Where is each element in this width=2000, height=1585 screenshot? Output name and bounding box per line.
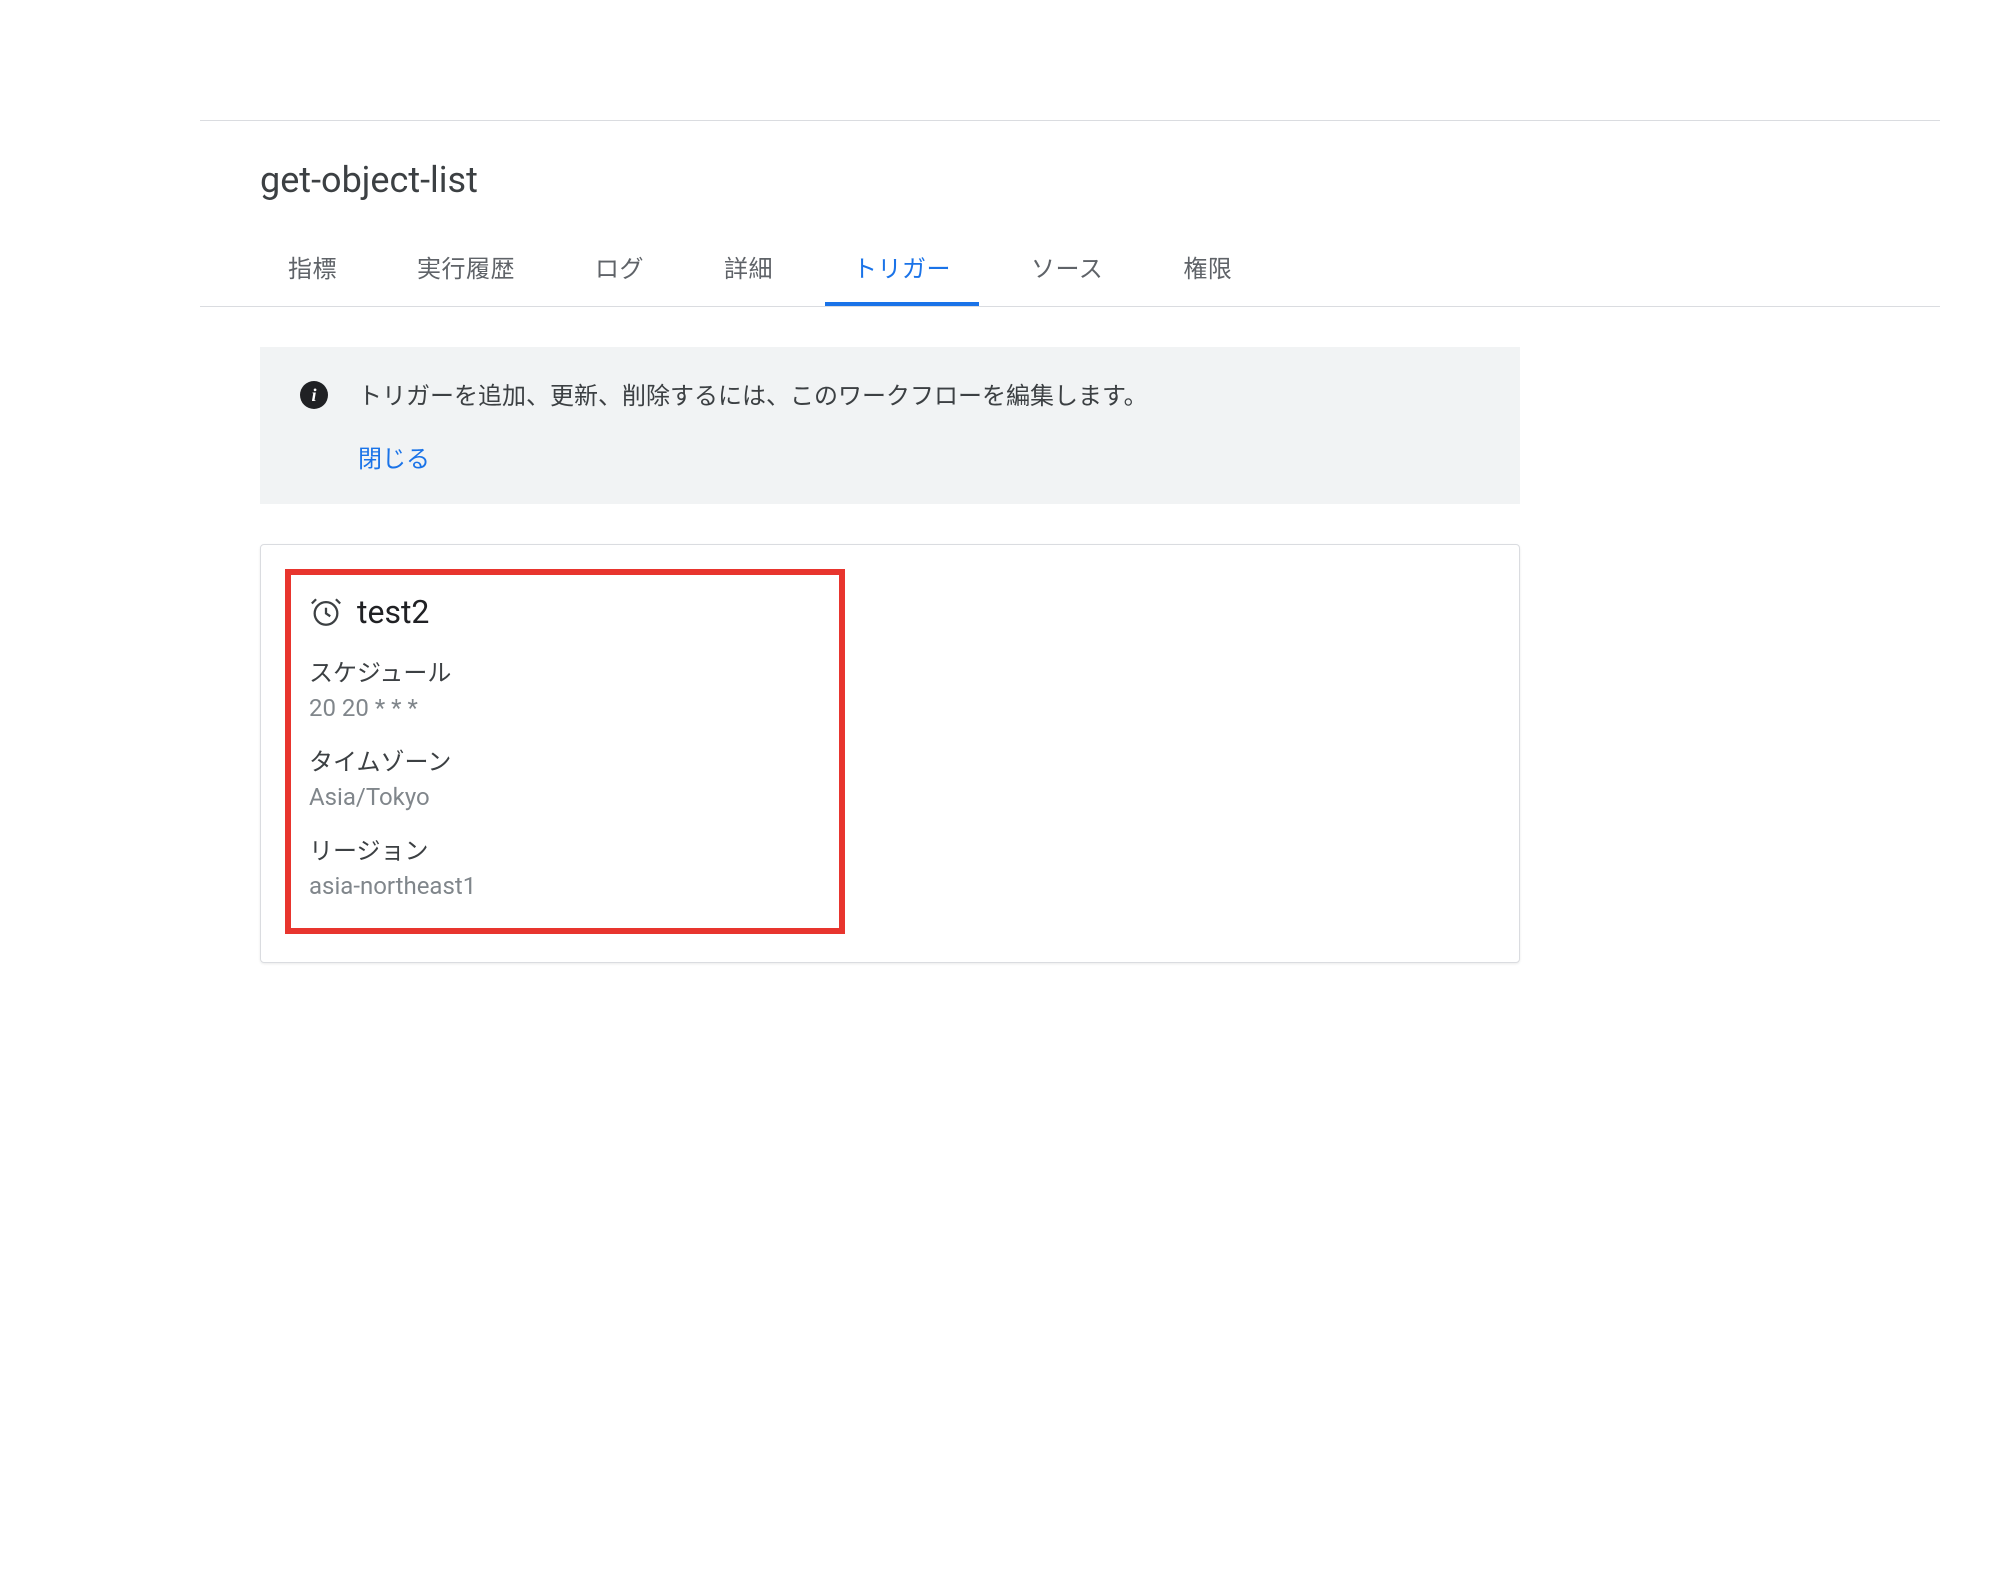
info-icon: i [300,381,328,409]
schedule-label: スケジュール [309,653,821,688]
alarm-clock-icon [309,595,343,629]
timezone-value: Asia/Tokyo [309,783,821,811]
tab-source[interactable]: ソース [1003,231,1131,306]
trigger-name: test2 [357,593,429,631]
tab-metrics[interactable]: 指標 [260,231,365,306]
info-body: トリガーを追加、更新、削除するには、このワークフローを編集します。 閉じる [358,377,1148,474]
page-title: get-object-list [200,121,1940,231]
trigger-card: test2 スケジュール 20 20 * * * タイムゾーン Asia/Tok… [260,544,1520,963]
tabs-bar: 指標 実行履歴 ログ 詳細 トリガー ソース 権限 [200,231,1940,307]
highlight-annotation: test2 スケジュール 20 20 * * * タイムゾーン Asia/Tok… [285,569,845,934]
info-text: トリガーを追加、更新、削除するには、このワークフローを編集します。 [358,377,1148,415]
timezone-label: タイムゾーン [309,742,821,777]
tab-content: i トリガーを追加、更新、削除するには、このワークフローを編集します。 閉じる [200,307,1940,1003]
banner-close-link[interactable]: 閉じる [358,439,1148,474]
region-label: リージョン [309,831,821,866]
tab-executions[interactable]: 実行履歴 [389,231,543,306]
tab-triggers[interactable]: トリガー [825,231,979,306]
main-container: get-object-list 指標 実行履歴 ログ 詳細 トリガー ソース 権… [200,120,1940,1003]
region-value: asia-northeast1 [309,872,821,900]
tab-logs[interactable]: ログ [567,231,672,306]
info-banner: i トリガーを追加、更新、削除するには、このワークフローを編集します。 閉じる [260,347,1520,504]
schedule-value: 20 20 * * * [309,694,821,722]
tab-details[interactable]: 詳細 [696,231,801,306]
tab-permissions[interactable]: 権限 [1155,231,1260,306]
trigger-header: test2 [309,593,821,631]
